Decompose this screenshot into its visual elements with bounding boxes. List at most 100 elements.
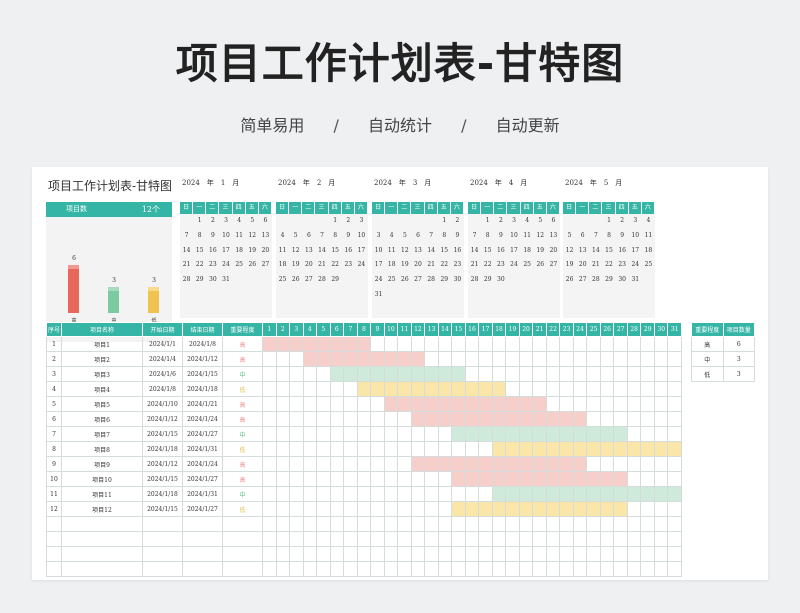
calendar-day[interactable]: 21 [468, 258, 481, 273]
empty-cell[interactable] [302, 546, 318, 562]
row-priority[interactable]: 高 [222, 471, 263, 487]
calendar-day[interactable]: 21 [589, 258, 602, 273]
empty-cell[interactable] [424, 546, 439, 562]
empty-cell[interactable] [464, 516, 480, 532]
empty-cell[interactable] [586, 561, 601, 577]
calendar-day[interactable]: 18 [521, 244, 534, 259]
empty-cell[interactable] [410, 531, 426, 547]
empty-cell[interactable] [289, 546, 304, 562]
calendar-day[interactable]: 3 [355, 214, 368, 229]
calendar-day[interactable]: 15 [481, 244, 494, 259]
empty-cell[interactable] [61, 516, 143, 532]
calendar-day[interactable]: 25 [642, 258, 655, 273]
calendar-day[interactable]: 2 [342, 214, 355, 229]
row-project-name[interactable]: 项目3 [61, 366, 143, 382]
calendar-day[interactable]: 31 [219, 273, 232, 288]
empty-cell[interactable] [586, 531, 601, 547]
empty-cell[interactable] [316, 531, 331, 547]
empty-cell[interactable] [275, 516, 291, 532]
empty-cell[interactable] [356, 531, 372, 547]
calendar-day[interactable]: 13 [547, 229, 560, 244]
empty-cell[interactable] [370, 546, 385, 562]
empty-cell[interactable] [491, 561, 507, 577]
calendar-day[interactable]: 17 [372, 258, 385, 273]
empty-cell[interactable] [275, 531, 291, 547]
row-priority[interactable]: 高 [222, 411, 263, 427]
calendar-day[interactable]: 27 [259, 258, 272, 273]
calendar-day[interactable]: 6 [576, 229, 589, 244]
empty-cell[interactable] [275, 546, 291, 562]
calendar-day[interactable]: 10 [219, 229, 232, 244]
row-project-name[interactable]: 项目4 [61, 381, 143, 397]
row-end-date[interactable]: 2024/1/27 [182, 501, 223, 517]
table-row[interactable]: 4 项目4 2024/1/8 2024/1/18 低 [46, 381, 682, 397]
empty-cell[interactable] [289, 531, 304, 547]
calendar-day[interactable]: 5 [289, 229, 302, 244]
empty-cell[interactable] [626, 561, 642, 577]
row-end-date[interactable]: 2024/1/12 [182, 351, 223, 367]
empty-cell[interactable] [343, 531, 358, 547]
calendar-day[interactable]: 12 [398, 244, 411, 259]
empty-cell[interactable] [370, 561, 385, 577]
calendar-day[interactable]: 30 [206, 273, 219, 288]
calendar-day[interactable]: 2 [451, 214, 464, 229]
table-row[interactable]: 1 项目1 2024/1/1 2024/1/8 高 [46, 336, 682, 352]
table-row[interactable]: 12 项目12 2024/1/15 2024/1/27 低 [46, 501, 682, 517]
row-start-date[interactable]: 2024/1/18 [142, 486, 183, 502]
row-priority[interactable]: 中 [222, 486, 263, 502]
row-priority[interactable]: 中 [222, 366, 263, 382]
calendar-day[interactable]: 9 [206, 229, 219, 244]
calendar-day[interactable]: 1 [329, 214, 342, 229]
empty-cell[interactable] [397, 516, 412, 532]
empty-cell[interactable] [329, 561, 345, 577]
empty-cell[interactable] [451, 546, 466, 562]
calendar-day[interactable]: 26 [534, 258, 547, 273]
calendar-day[interactable]: 1 [193, 214, 206, 229]
calendar-day[interactable]: 7 [589, 229, 602, 244]
calendar-day[interactable]: 4 [642, 214, 655, 229]
empty-cell[interactable] [532, 531, 547, 547]
empty-cell[interactable] [667, 516, 682, 532]
table-row-empty[interactable] [46, 531, 682, 547]
calendar-day[interactable]: 24 [219, 258, 232, 273]
calendar-day[interactable]: 22 [602, 258, 615, 273]
empty-cell[interactable] [599, 531, 615, 547]
calendar-day[interactable]: 15 [602, 244, 615, 259]
row-priority[interactable]: 高 [222, 351, 263, 367]
calendar-day[interactable]: 18 [642, 244, 655, 259]
calendar-day[interactable]: 9 [451, 229, 464, 244]
calendar-day[interactable]: 16 [494, 244, 507, 259]
calendar-day[interactable]: 14 [180, 244, 193, 259]
calendar-day[interactable]: 20 [302, 258, 315, 273]
empty-cell[interactable] [437, 516, 453, 532]
empty-cell[interactable] [410, 561, 426, 577]
empty-cell[interactable] [586, 516, 601, 532]
calendar-day[interactable]: 8 [481, 229, 494, 244]
calendar-day[interactable]: 31 [372, 288, 385, 303]
row-project-name[interactable]: 项目5 [61, 396, 143, 412]
empty-cell[interactable] [46, 516, 62, 532]
calendar-day[interactable]: 25 [521, 258, 534, 273]
empty-cell[interactable] [275, 561, 291, 577]
calendar-day[interactable]: 9 [494, 229, 507, 244]
calendar-day[interactable]: 25 [233, 258, 246, 273]
calendar-day[interactable]: 23 [616, 258, 629, 273]
empty-cell[interactable] [478, 516, 493, 532]
empty-cell[interactable] [478, 531, 493, 547]
empty-cell[interactable] [356, 516, 372, 532]
empty-cell[interactable] [532, 546, 547, 562]
empty-cell[interactable] [370, 531, 385, 547]
empty-cell[interactable] [505, 516, 520, 532]
row-project-name[interactable]: 项目12 [61, 501, 143, 517]
empty-cell[interactable] [370, 516, 385, 532]
calendar-day[interactable]: 27 [411, 273, 424, 288]
calendar-day[interactable]: 18 [276, 258, 289, 273]
empty-cell[interactable] [61, 546, 143, 562]
row-priority[interactable]: 高 [222, 396, 263, 412]
calendar-day[interactable]: 1 [481, 214, 494, 229]
calendar-day[interactable]: 31 [629, 273, 642, 288]
calendar-day[interactable]: 23 [494, 258, 507, 273]
row-priority[interactable]: 高 [222, 456, 263, 472]
empty-cell[interactable] [329, 546, 345, 562]
empty-cell[interactable] [491, 546, 507, 562]
